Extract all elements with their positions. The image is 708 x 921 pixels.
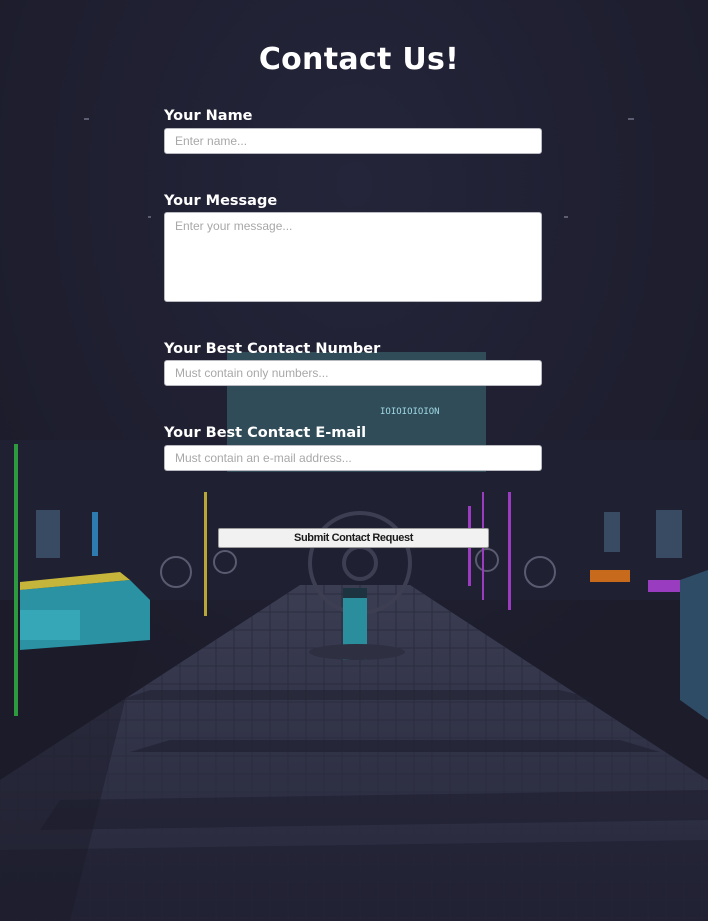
name-label: Your Name xyxy=(164,108,253,124)
message-label: Your Message xyxy=(164,193,278,209)
contact-number-input[interactable] xyxy=(164,360,542,386)
contact-email-label: Your Best Contact E-mail xyxy=(164,425,367,441)
name-input[interactable] xyxy=(164,128,542,154)
submit-contact-request-button[interactable]: Submit Contact Request xyxy=(218,528,489,548)
contact-number-label: Your Best Contact Number xyxy=(164,341,381,357)
page-title: Contact Us! xyxy=(258,42,460,77)
message-textarea[interactable] xyxy=(164,212,542,302)
screen-text: IOIOIOIOION xyxy=(380,407,440,417)
contact-email-input[interactable] xyxy=(164,445,542,471)
